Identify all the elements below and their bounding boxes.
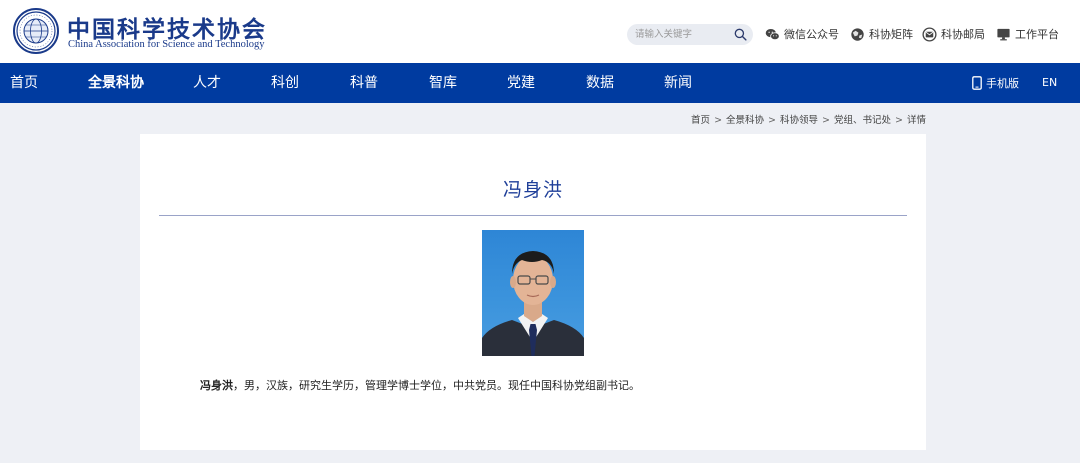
profile-card: 冯身洪 冯身洪，男，汉族，研究生学历，管理学博士学位，中共党员。现任中国科协党组… <box>140 134 926 450</box>
breadcrumb-separator: > <box>714 115 723 126</box>
portrait-illustration <box>482 251 584 356</box>
work-platform-link[interactable]: 工作平台 <box>996 26 1059 42</box>
breadcrumb-separator: > <box>768 115 777 126</box>
wechat-official-account-link[interactable]: 微信公众号 <box>765 26 839 42</box>
cast-mail-link[interactable]: 科协邮局 <box>922 26 985 42</box>
nav-item-popular-science[interactable]: 科普 <box>350 63 378 103</box>
bio-name: 冯身洪 <box>200 379 233 392</box>
logo-text-english[interactable]: China Association for Science and Techno… <box>68 39 265 50</box>
search-input[interactable] <box>635 26 731 43</box>
nav-item-think-tank[interactable]: 智库 <box>429 63 457 103</box>
mobile-version-link[interactable]: 手机版 <box>972 63 1019 103</box>
breadcrumb-secretariat[interactable]: 党组、书记处 <box>834 115 891 126</box>
mobile-phone-icon <box>972 76 982 90</box>
title-divider <box>159 215 907 216</box>
breadcrumb-separator: > <box>822 115 830 126</box>
globe-emblem-icon <box>16 11 56 51</box>
nav-item-panorama[interactable]: 全景科协 <box>88 63 144 103</box>
work-platform-label: 工作平台 <box>1015 28 1059 41</box>
cast-logo-seal[interactable] <box>13 8 59 54</box>
breadcrumb-current: 详情 <box>906 115 926 126</box>
main-nav: 首页 全景科协 人才 科创 科普 智库 党建 数据 新闻 手机版 EN <box>0 63 1080 103</box>
profile-bio: 冯身洪，男，汉族，研究生学历，管理学博士学位，中共党员。现任中国科协党组副书记。 <box>200 377 640 393</box>
breadcrumb-panorama[interactable]: 全景科协 <box>726 115 764 126</box>
breadcrumb-separator: > <box>895 115 903 126</box>
globe-network-icon <box>851 27 864 41</box>
wechat-label: 微信公众号 <box>784 28 839 41</box>
breadcrumb-leaders[interactable]: 科协领导 <box>780 115 818 126</box>
mail-icon <box>922 26 937 42</box>
wechat-icon <box>765 28 780 40</box>
matrix-label: 科协矩阵 <box>869 28 913 41</box>
breadcrumb-home[interactable]: 首页 <box>691 115 710 126</box>
mobile-version-label: 手机版 <box>986 77 1019 90</box>
breadcrumb: 首页 > 全景科协 > 科协领导 > 党组、书记处 > 详情 <box>691 112 926 126</box>
site-header: 中国科学技术协会 China Association for Science a… <box>0 0 1080 63</box>
cast-matrix-link[interactable]: 科协矩阵 <box>850 26 913 42</box>
nav-item-data[interactable]: 数据 <box>586 63 614 103</box>
page-title: 冯身洪 <box>502 179 563 201</box>
nav-item-innovation[interactable]: 科创 <box>271 63 299 103</box>
search-icon[interactable] <box>734 28 747 41</box>
nav-item-home[interactable]: 首页 <box>10 63 38 103</box>
portrait-photo <box>482 230 584 356</box>
nav-item-news[interactable]: 新闻 <box>664 63 692 103</box>
bio-text: ，男，汉族，研究生学历，管理学博士学位，中共党员。现任中国科协党组副书记。 <box>233 379 640 392</box>
mail-label: 科协邮局 <box>941 28 985 41</box>
nav-item-talent[interactable]: 人才 <box>193 63 221 103</box>
english-version-link[interactable]: EN <box>1042 63 1057 103</box>
nav-item-party-building[interactable]: 党建 <box>507 63 535 103</box>
monitor-icon <box>997 28 1010 40</box>
